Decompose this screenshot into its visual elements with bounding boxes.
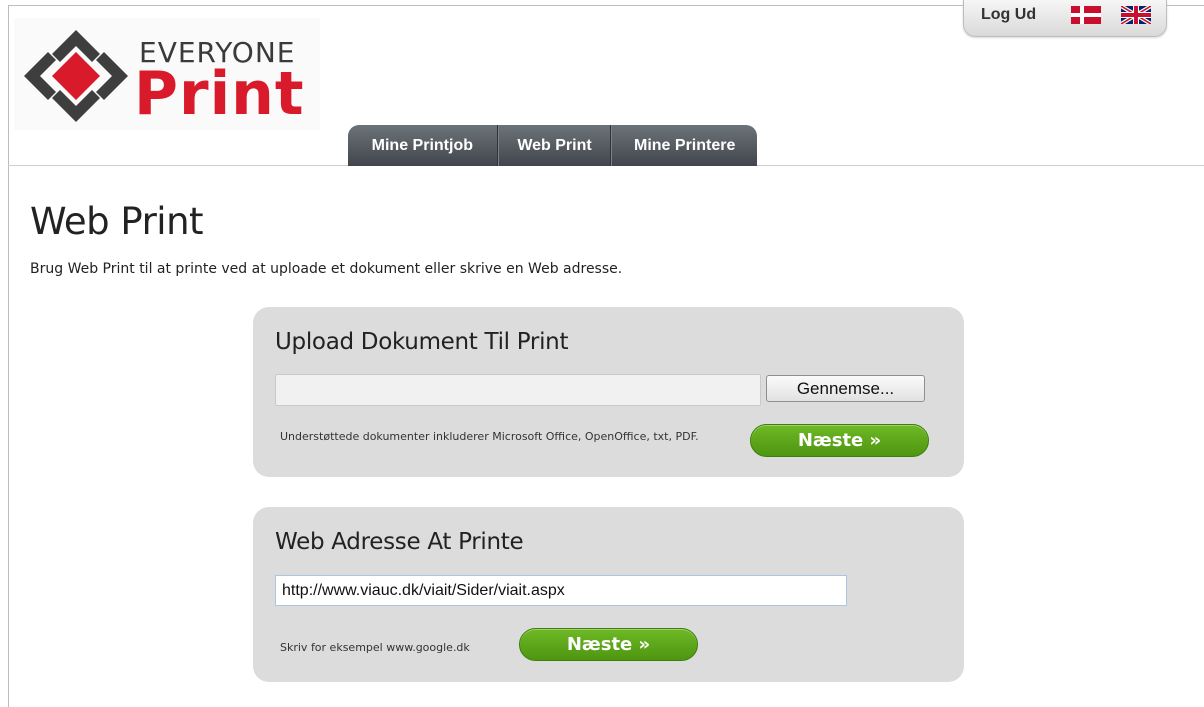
everyone-print-logo-icon [24, 30, 128, 122]
web-next-button[interactable]: Næste » [519, 628, 698, 661]
brand-logo: EVERYONE Print [14, 18, 320, 130]
frame-left-border [8, 5, 9, 707]
supported-formats-note: Understøttede dokumenter inkluderer Micr… [280, 430, 699, 443]
web-address-panel-title: Web Adresse At Printe [275, 529, 524, 555]
danish-flag-icon[interactable] [1071, 6, 1101, 24]
uk-flag-icon[interactable] [1121, 6, 1151, 24]
url-input[interactable] [275, 575, 847, 606]
upload-next-button[interactable]: Næste » [750, 424, 929, 457]
tab-mine-printjob[interactable]: Mine Printjob [348, 125, 498, 166]
page-intro: Brug Web Print til at printe ved at uplo… [30, 261, 623, 277]
upload-panel-title: Upload Dokument Til Print [275, 329, 569, 355]
browse-button[interactable]: Gennemse... [766, 375, 925, 402]
page-title: Web Print [30, 200, 204, 243]
tab-mine-printere[interactable]: Mine Printere [611, 125, 757, 166]
logout-link[interactable]: Log Ud [981, 6, 1036, 24]
tab-web-print[interactable]: Web Print [497, 125, 612, 166]
url-example-note: Skriv for eksempel www.google.dk [280, 641, 470, 654]
main-nav: Mine Printjob Web Print Mine Printere [348, 125, 757, 166]
user-toolbar: Log Ud [963, 0, 1167, 37]
brand-print-text: Print [134, 59, 305, 129]
upload-panel: Upload Dokument Til Print Gennemse... Un… [253, 307, 964, 477]
web-address-panel: Web Adresse At Printe Skriv for eksempel… [253, 507, 964, 682]
file-path-field[interactable] [275, 374, 761, 406]
